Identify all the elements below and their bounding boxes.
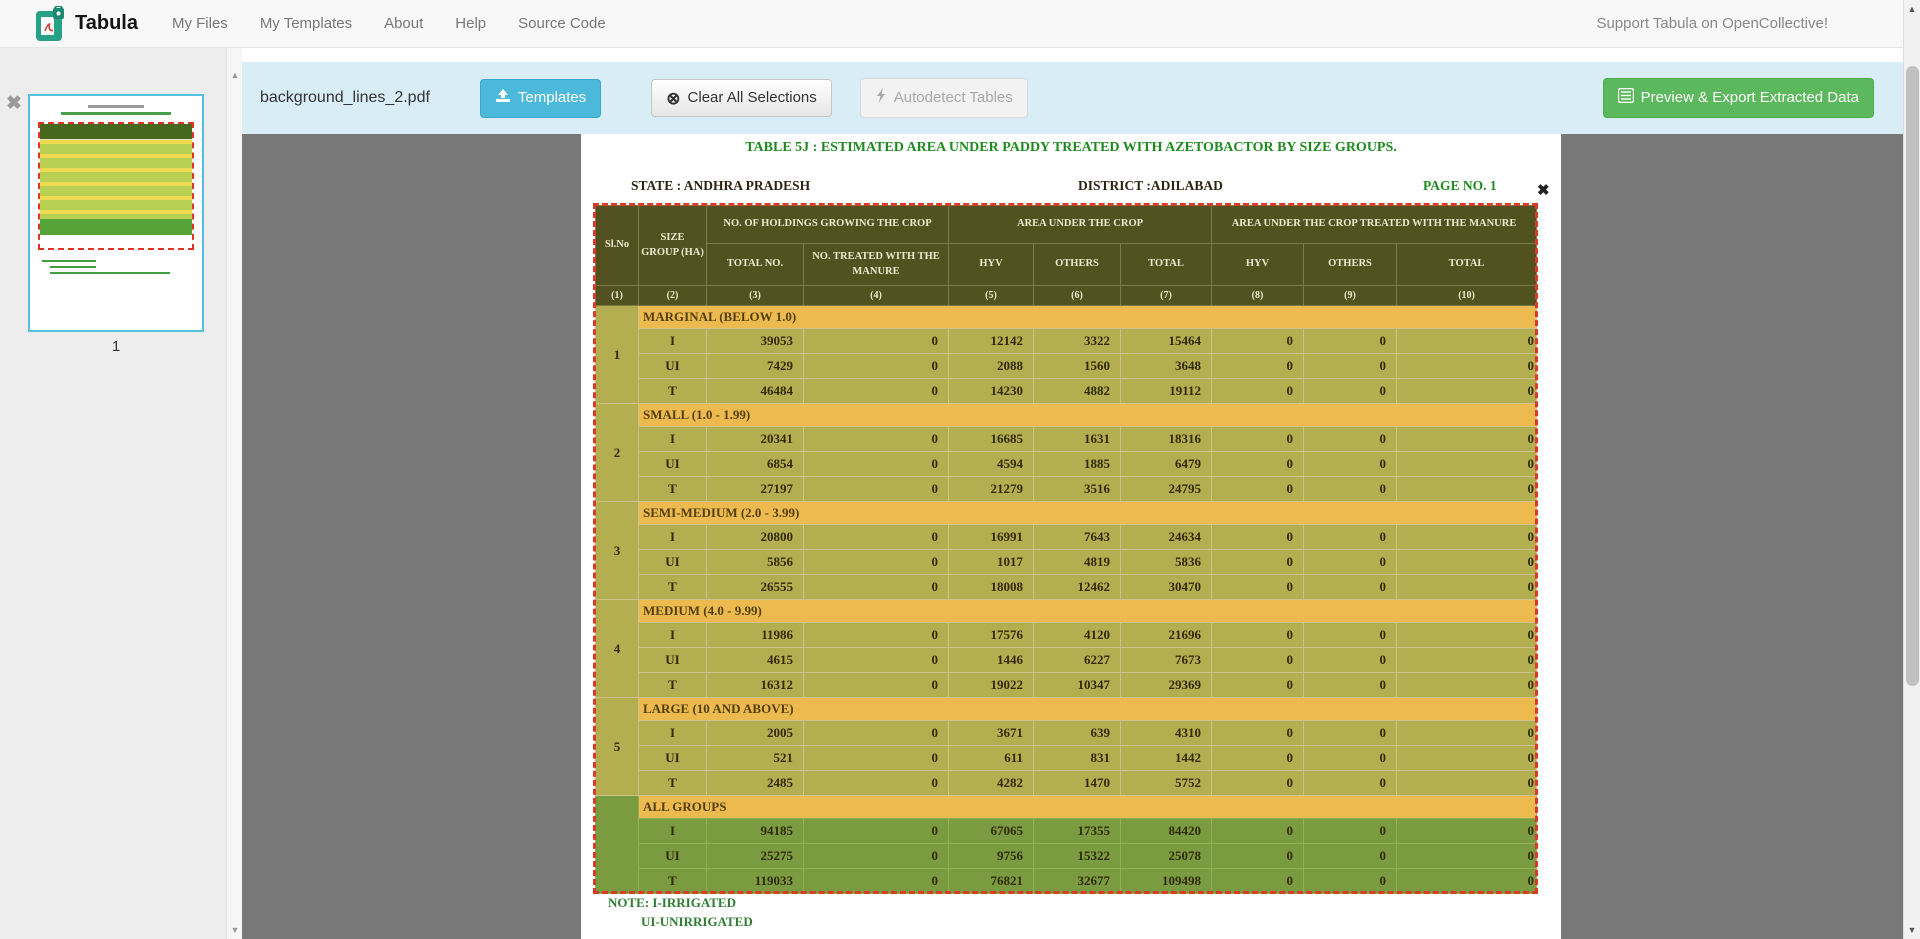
thumbnail-note-line: [50, 266, 96, 268]
table-selection-box[interactable]: [593, 203, 1538, 894]
autodetect-tables-button[interactable]: Autodetect Tables: [860, 78, 1028, 118]
templates-button[interactable]: Templates: [480, 79, 601, 118]
page-number-label: 1: [28, 338, 204, 355]
thumbnail-subtitle-line: [61, 112, 171, 115]
scroll-up-icon[interactable]: ▲: [1904, 4, 1920, 14]
page-sidebar: ✖ 1 ▲ ▼: [0, 48, 242, 939]
autodetect-button-label: Autodetect Tables: [894, 89, 1013, 107]
document-page-no: PAGE NO. 1: [1423, 178, 1497, 194]
thumbnail-table-header: [40, 124, 192, 140]
thumbnail-selection-box: [38, 122, 194, 250]
thumbnail-table-rows: [40, 140, 192, 219]
thumbnail-note-line: [42, 260, 96, 262]
templates-button-label: Templates: [518, 89, 586, 107]
pdf-viewer: TABLE 5J : ESTIMATED AREA UNDER PADDY TR…: [242, 134, 1920, 939]
tabula-app: Tabula My Files My Templates About Help …: [0, 0, 1920, 939]
lightning-icon: [875, 88, 887, 108]
thumbnail-title-line: [88, 105, 143, 108]
clear-button-label: Clear All Selections: [688, 89, 817, 107]
main-area: background_lines_2.pdf Templates ⊗ Clear…: [242, 48, 1920, 939]
export-button-label: Preview & Export Extracted Data: [1641, 89, 1859, 107]
thumbnail-note-line: [50, 272, 170, 274]
pdf-page[interactable]: TABLE 5J : ESTIMATED AREA UNDER PADDY TR…: [581, 134, 1561, 939]
toolbar: background_lines_2.pdf Templates ⊗ Clear…: [242, 62, 1920, 134]
scrollbar-thumb[interactable]: [1906, 66, 1919, 686]
document-state: STATE : ANDHRA PRADESH: [631, 178, 810, 194]
document-note-2: UI-UNIRRIGATED: [641, 914, 753, 930]
templates-icon: [495, 89, 511, 108]
clear-all-selections-button[interactable]: ⊗ Clear All Selections: [651, 79, 831, 117]
tabula-logo-icon: [36, 6, 66, 42]
document-note-1: NOTE: I-IRRIGATED: [608, 895, 736, 911]
scroll-up-icon[interactable]: ▲: [227, 70, 243, 80]
clear-selections-icon: ⊗: [666, 90, 680, 107]
navbar: Tabula My Files My Templates About Help …: [0, 0, 1920, 48]
scroll-down-icon[interactable]: ▼: [1904, 925, 1920, 935]
nav-item-my-templates[interactable]: My Templates: [244, 0, 368, 48]
brand-title[interactable]: Tabula: [75, 12, 138, 35]
support-link[interactable]: Support Tabula on OpenCollective!: [1596, 15, 1828, 32]
nav-links: My Files My Templates About Help Source …: [156, 0, 622, 48]
table-list-icon: [1618, 88, 1634, 108]
document-title: TABLE 5J : ESTIMATED AREA UNDER PADDY TR…: [581, 140, 1561, 156]
nav-item-my-files[interactable]: My Files: [156, 0, 244, 48]
nav-item-help[interactable]: Help: [439, 0, 502, 48]
remove-page-icon[interactable]: ✖: [6, 92, 22, 115]
thumbnail-table-footer: [40, 219, 192, 235]
body: ✖ 1 ▲ ▼ background_lin: [0, 48, 1920, 939]
window-scrollbar[interactable]: ▲ ▼: [1903, 0, 1920, 939]
sidebar-scrollbar[interactable]: ▲ ▼: [226, 48, 242, 939]
selection-close-icon[interactable]: ✖: [1537, 181, 1550, 199]
nav-item-about[interactable]: About: [368, 0, 439, 48]
page-thumbnail[interactable]: [28, 94, 204, 332]
nav-item-source-code[interactable]: Source Code: [502, 0, 622, 48]
scroll-down-icon[interactable]: ▼: [227, 925, 243, 935]
document-district: DISTRICT :ADILABAD: [1078, 178, 1223, 194]
filename-label: background_lines_2.pdf: [260, 89, 430, 107]
preview-export-button[interactable]: Preview & Export Extracted Data: [1603, 78, 1874, 118]
